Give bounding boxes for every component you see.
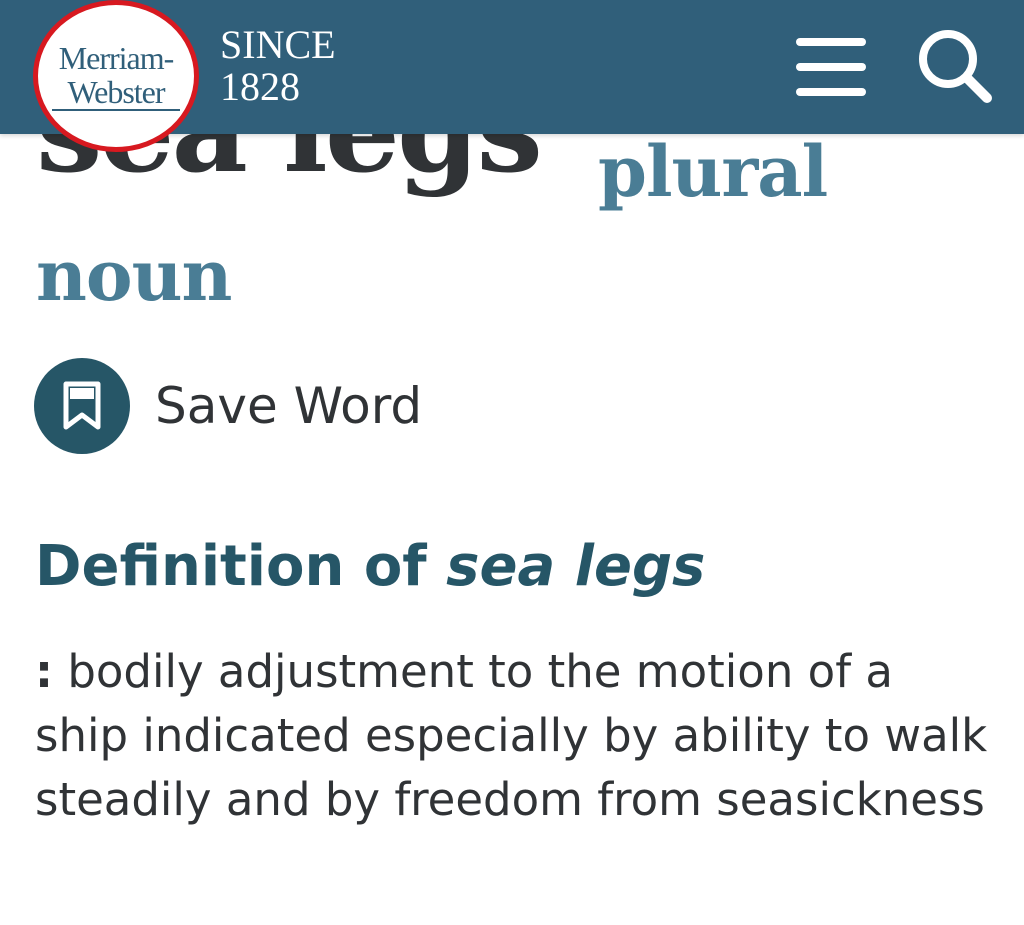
merriam-webster-logo[interactable]: Merriam- Webster — [33, 0, 199, 152]
logo-underline — [52, 108, 180, 111]
save-word-button[interactable]: Save Word — [34, 358, 422, 454]
logo-text-line1: Merriam- — [58, 39, 175, 76]
definition-heading-prefix: Definition of — [35, 534, 427, 599]
definition-sense: bodily adjustment to the motion of a shi… — [35, 645, 988, 826]
logo-text-line2: Webster — [67, 73, 165, 110]
definition-heading: Definition of sea legs — [35, 532, 705, 602]
function-label-plural: plural — [598, 130, 828, 213]
since-year: 1828 — [220, 64, 300, 109]
headword-container: sea legs — [36, 134, 996, 224]
search-icon[interactable] — [915, 26, 995, 106]
save-word-label: Save Word — [155, 377, 423, 435]
save-word-circle[interactable] — [34, 358, 130, 454]
function-label-noun: noun — [36, 234, 232, 317]
since-label: SINCE — [220, 22, 336, 67]
definition-colon: : — [35, 645, 53, 698]
hamburger-menu-icon[interactable] — [796, 38, 866, 96]
since-tagline: SINCE 1828 — [220, 24, 336, 108]
bookmark-icon — [63, 381, 101, 430]
definition-heading-term: sea legs — [446, 534, 706, 599]
site-header: Merriam- Webster SINCE 1828 — [0, 0, 1024, 152]
definition-text: : bodily adjustment to the motion of a s… — [35, 640, 995, 832]
